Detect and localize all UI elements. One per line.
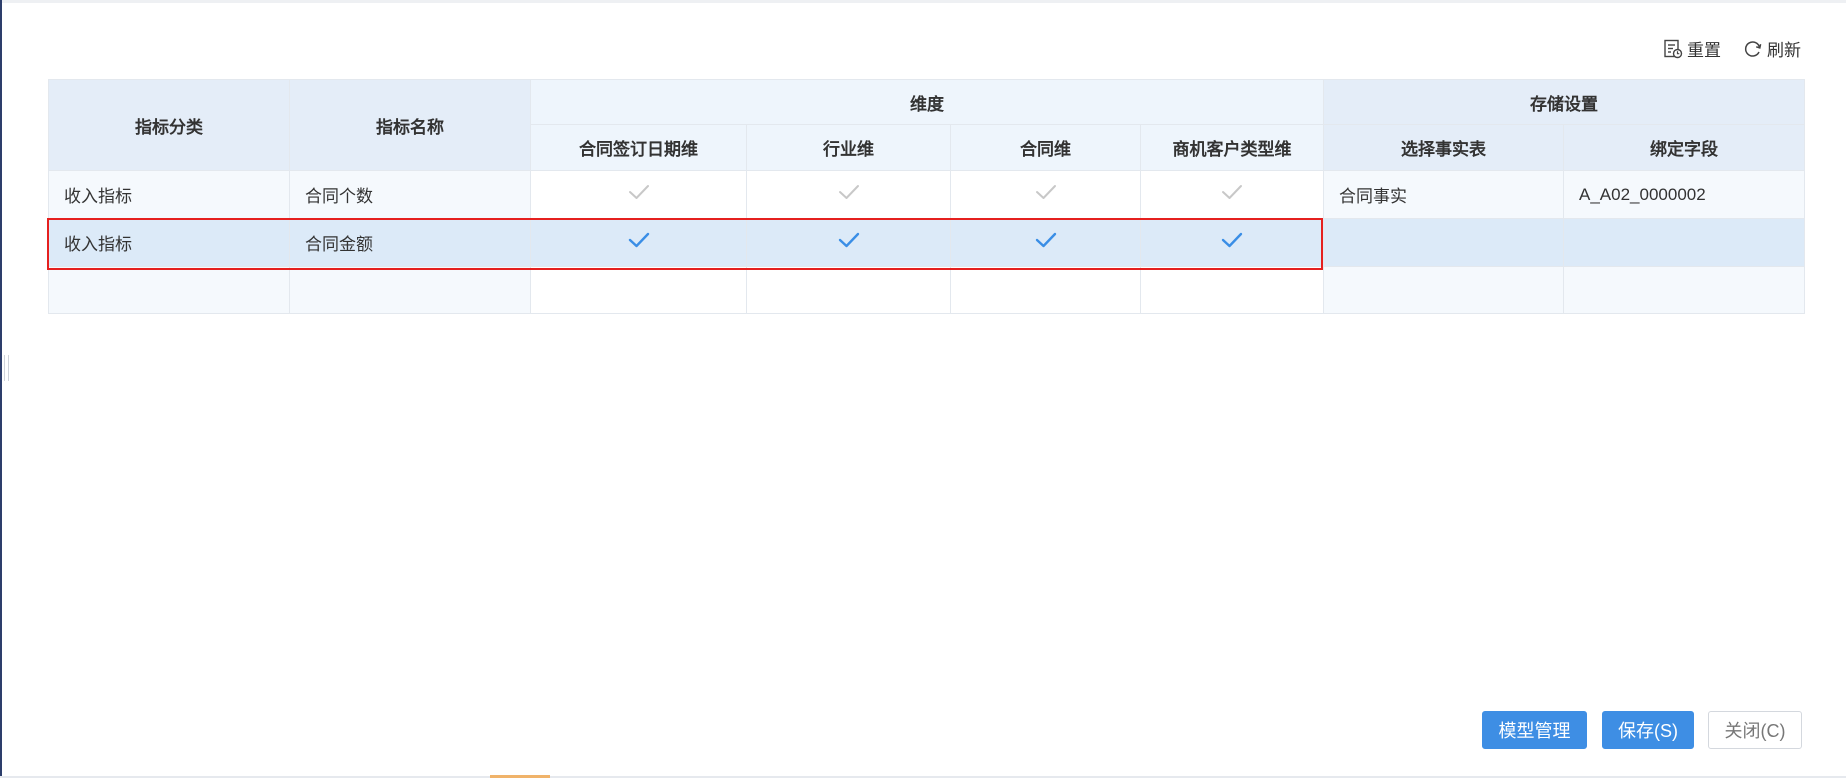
reset-button[interactable]: 重置 — [1663, 36, 1721, 61]
cell-dim-check[interactable] — [950, 170, 1141, 219]
toolbar: 重置 刷新 — [1663, 36, 1801, 61]
table-row-empty[interactable] — [48, 266, 1805, 314]
cell-empty[interactable] — [48, 266, 290, 314]
cell-empty[interactable] — [950, 266, 1141, 314]
header-dim-customer-type[interactable]: 商机客户类型维 — [1140, 124, 1324, 171]
cell-empty[interactable] — [530, 266, 747, 314]
cell-dim-check[interactable] — [530, 218, 747, 267]
cell-dim-check[interactable] — [746, 170, 951, 219]
check-icon[interactable] — [1220, 182, 1244, 207]
header-dimension-group: 维度 — [530, 79, 1324, 125]
cell-dim-check[interactable] — [1140, 170, 1324, 219]
cell-dim-check[interactable] — [746, 218, 951, 267]
cell-dim-check[interactable] — [950, 218, 1141, 267]
check-icon[interactable] — [1034, 182, 1058, 207]
window-left-border — [0, 0, 2, 778]
cell-fact-table[interactable] — [1323, 218, 1564, 267]
refresh-icon — [1743, 39, 1763, 59]
cell-empty[interactable] — [289, 266, 531, 314]
cell-fact-table[interactable]: 合同事实 — [1323, 170, 1564, 219]
header-category[interactable]: 指标分类 — [48, 79, 290, 171]
indicator-table: 指标分类 指标名称 维度 存储设置 合同签订日期维 行业维 合同维 商机客户类型… — [48, 79, 1805, 314]
cell-bind-field[interactable]: A_A02_0000002 — [1563, 170, 1805, 219]
header-fact-table[interactable]: 选择事实表 — [1323, 124, 1564, 171]
reset-label: 重置 — [1687, 41, 1721, 60]
header-bind-field[interactable]: 绑定字段 — [1563, 124, 1805, 171]
header-dim-contract-date[interactable]: 合同签订日期维 — [530, 124, 747, 171]
check-icon[interactable] — [627, 230, 651, 255]
header-storage-group: 存储设置 — [1323, 79, 1805, 125]
check-icon[interactable] — [627, 182, 651, 207]
check-icon[interactable] — [837, 230, 861, 255]
check-icon[interactable] — [1034, 230, 1058, 255]
close-button[interactable]: 关闭(C) — [1708, 711, 1802, 749]
cell-category[interactable]: 收入指标 — [48, 170, 290, 219]
header-name[interactable]: 指标名称 — [289, 79, 531, 171]
cell-empty[interactable] — [1323, 266, 1564, 314]
cell-name[interactable]: 合同金额 — [289, 218, 531, 267]
check-icon[interactable] — [1220, 230, 1244, 255]
resize-handle[interactable] — [4, 355, 9, 381]
check-icon[interactable] — [837, 182, 861, 207]
refresh-button[interactable]: 刷新 — [1743, 36, 1801, 61]
header-dim-contract[interactable]: 合同维 — [950, 124, 1141, 171]
cell-category[interactable]: 收入指标 — [48, 218, 290, 267]
window-top-border — [0, 0, 1846, 3]
cell-dim-check[interactable] — [530, 170, 747, 219]
cell-empty[interactable] — [746, 266, 951, 314]
save-button[interactable]: 保存(S) — [1602, 711, 1694, 749]
cell-dim-check[interactable] — [1140, 218, 1324, 267]
table-row-selected[interactable]: 收入指标 合同金额 — [48, 218, 1805, 267]
cell-bind-field[interactable] — [1563, 218, 1805, 267]
cell-empty[interactable] — [1563, 266, 1805, 314]
refresh-label: 刷新 — [1767, 41, 1801, 60]
model-manage-button[interactable]: 模型管理 — [1482, 711, 1587, 749]
header-dim-industry[interactable]: 行业维 — [746, 124, 951, 171]
table-row[interactable]: 收入指标 合同个数 合同事实 A_A02_0000002 — [48, 170, 1805, 219]
cell-empty[interactable] — [1140, 266, 1324, 314]
cell-name[interactable]: 合同个数 — [289, 170, 531, 219]
reset-icon — [1663, 39, 1683, 59]
